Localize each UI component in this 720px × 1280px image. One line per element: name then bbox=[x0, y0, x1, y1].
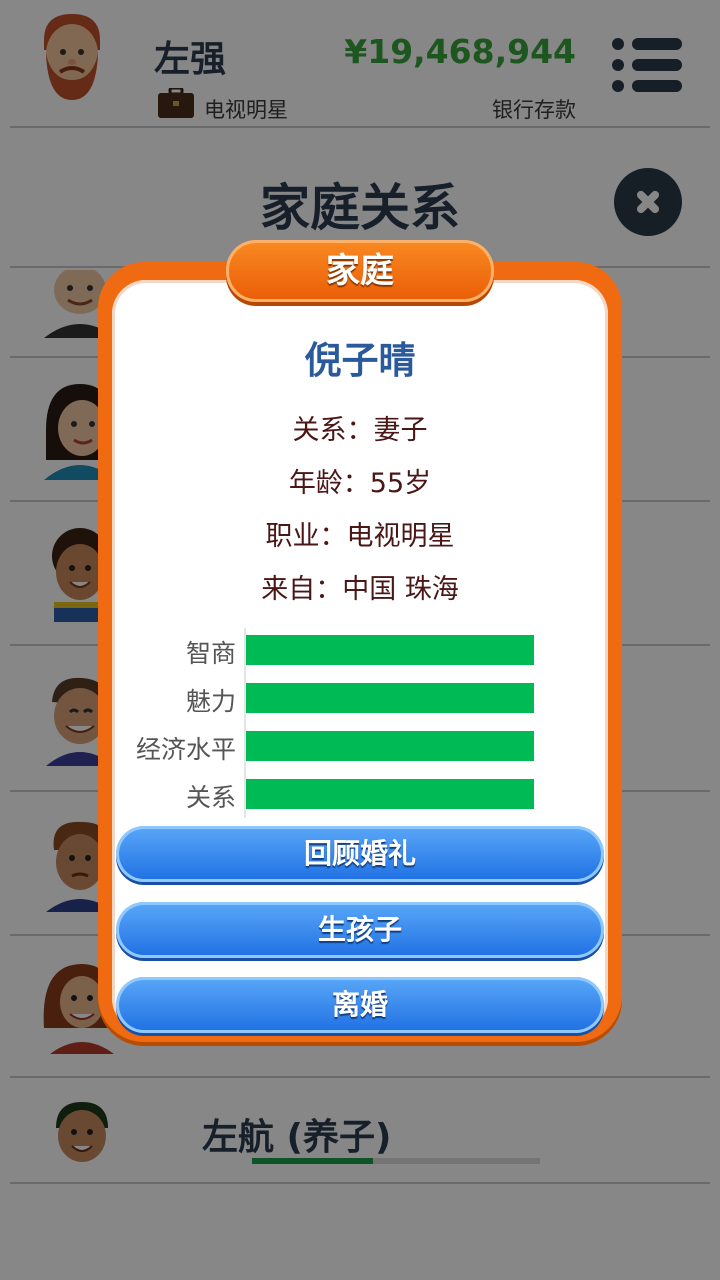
modal-header-tab: 家庭 bbox=[226, 240, 494, 302]
divorce-button[interactable]: 离婚 bbox=[116, 977, 604, 1033]
stat-label-iq: 智商 bbox=[185, 639, 236, 668]
info-age: 年龄：55岁 bbox=[288, 468, 432, 499]
stat-bar-charm bbox=[246, 683, 534, 713]
stat-label-relationship: 关系 bbox=[185, 783, 236, 812]
review-wedding-button[interactable]: 回顾婚礼 bbox=[116, 826, 604, 882]
info-origin: 来自：中国 珠海 bbox=[261, 574, 459, 605]
stat-bar-iq bbox=[246, 635, 534, 665]
stat-label-charm: 魅力 bbox=[185, 687, 236, 716]
stat-bar-fill bbox=[246, 731, 534, 761]
stat-bar-fill bbox=[246, 779, 534, 809]
stat-bar-relationship bbox=[246, 779, 534, 809]
info-relation: 关系：妻子 bbox=[292, 415, 428, 446]
info-occupation: 职业：电视明星 bbox=[265, 521, 455, 552]
stat-bar-wealth bbox=[246, 731, 534, 761]
stat-bar-fill bbox=[246, 635, 534, 665]
stat-bar-fill bbox=[246, 683, 534, 713]
modal-tab-label: 家庭 bbox=[326, 251, 394, 291]
person-name: 倪子晴 bbox=[304, 339, 416, 382]
stat-label-wealth: 经济水平 bbox=[135, 735, 236, 764]
have-child-button[interactable]: 生孩子 bbox=[116, 902, 604, 958]
